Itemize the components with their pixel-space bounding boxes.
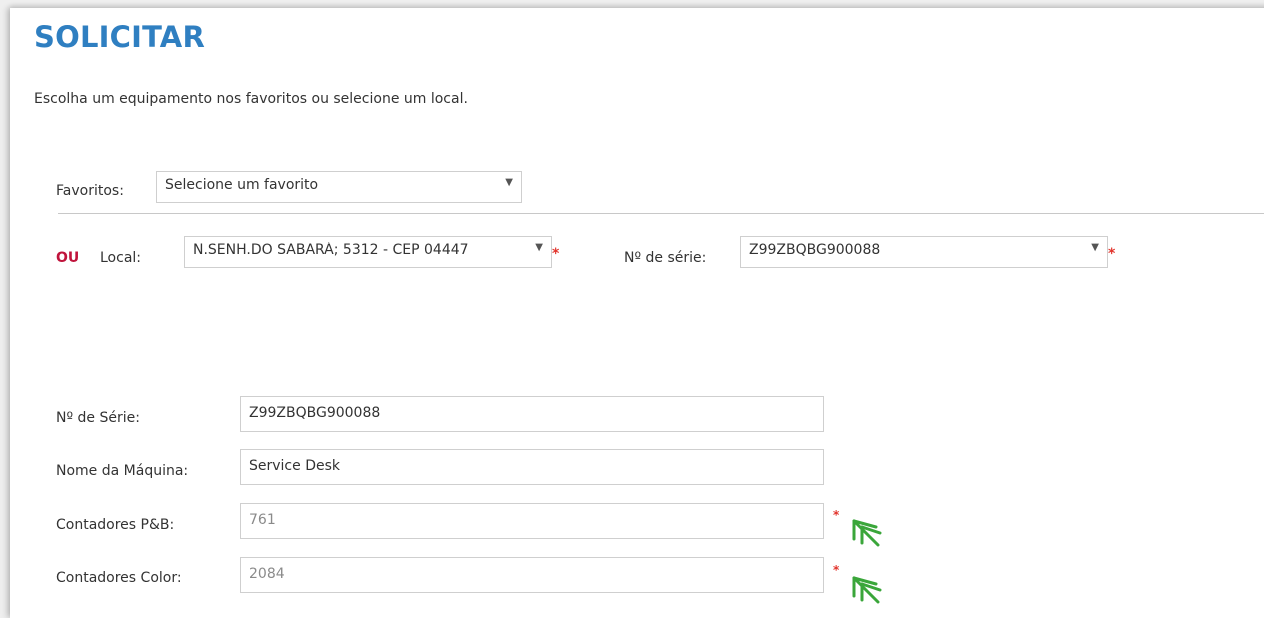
or-label: OU (56, 250, 80, 266)
counter-color-required-mark: * (833, 563, 840, 577)
counter-color-field[interactable]: 2084 (240, 557, 824, 593)
serial-field-label: Nº de Série: (56, 410, 140, 426)
local-select[interactable]: N.SENH.DO SABARÁ; 5312 - CEP 04447 ▼ (184, 236, 552, 268)
page-subtitle: Escolha um equipamento nos favoritos ou … (34, 91, 468, 107)
machine-name-field[interactable]: Service Desk (240, 449, 824, 485)
serial-select-label: Nº de série: (624, 250, 707, 266)
chevron-down-icon: ▼ (535, 242, 543, 253)
counter-bw-label: Contadores P&B: (56, 517, 175, 533)
local-label: Local: (100, 250, 142, 266)
chevron-down-icon: ▼ (1091, 242, 1099, 253)
favorites-select[interactable]: Selecione um favorito ▼ (156, 171, 522, 203)
counter-bw-required-mark: * (833, 508, 840, 522)
counter-color-label: Contadores Color: (56, 570, 182, 586)
serial-select-value: Z99ZBQBG900088 (749, 242, 881, 258)
section-divider (58, 213, 1264, 214)
counter-bw-field[interactable]: 761 (240, 503, 824, 539)
favorites-select-value: Selecione um favorito (165, 177, 319, 193)
local-required-mark: * (552, 246, 560, 262)
serial-required-mark: * (1108, 246, 1116, 262)
form-panel: SOLICITAR Escolha um equipamento nos fav… (10, 8, 1264, 618)
double-arrow-up-left-icon (852, 519, 882, 547)
serial-field[interactable]: Z99ZBQBG900088 (240, 396, 824, 432)
serial-select[interactable]: Z99ZBQBG900088 ▼ (740, 236, 1108, 268)
double-arrow-up-left-icon (852, 576, 882, 604)
local-select-value: N.SENH.DO SABARÁ; 5312 - CEP 04447 (193, 242, 469, 258)
machine-name-label: Nome da Máquina: (56, 463, 189, 479)
favorites-label: Favoritos: (56, 183, 124, 199)
chevron-down-icon: ▼ (505, 177, 513, 188)
page-title: SOLICITAR (34, 20, 205, 54)
